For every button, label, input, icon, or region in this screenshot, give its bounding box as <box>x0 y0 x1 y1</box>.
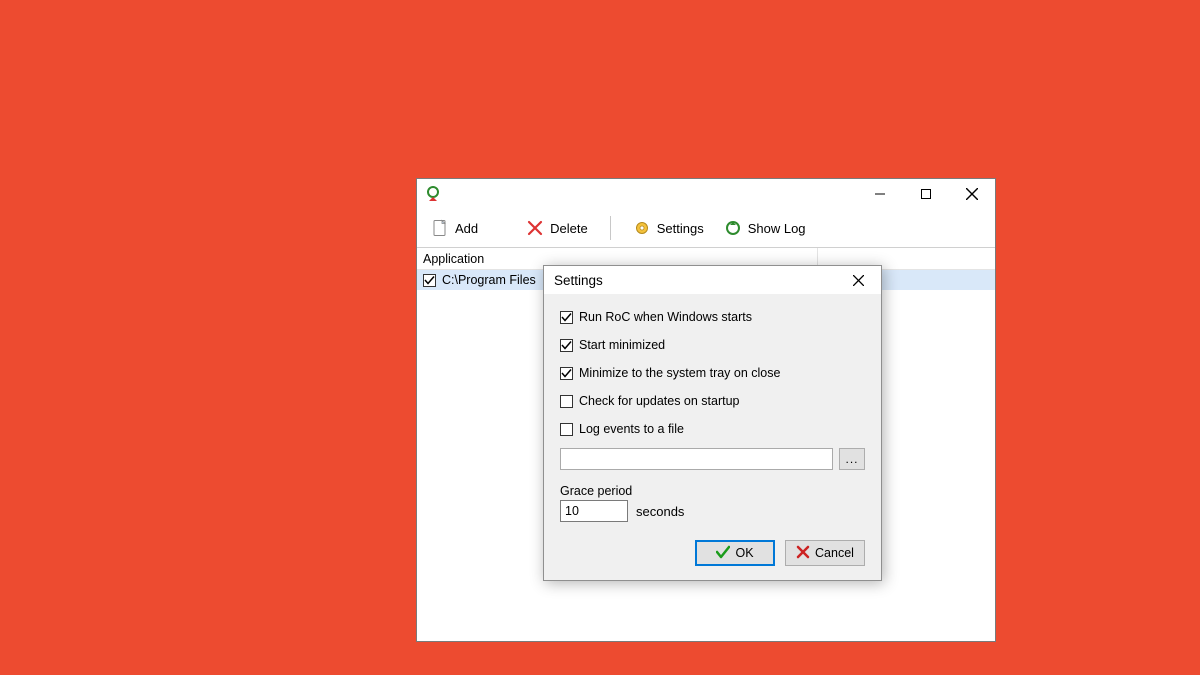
log-path-row: ... <box>560 448 865 470</box>
gear-icon <box>633 219 651 237</box>
toolbar-separator <box>610 216 611 240</box>
option-label: Minimize to the system tray on close <box>579 366 780 380</box>
dialog-body: Run RoC when Windows starts Start minimi… <box>544 294 881 580</box>
refresh-log-icon <box>724 219 742 237</box>
maximize-button[interactable] <box>903 179 949 209</box>
checkbox-icon[interactable] <box>560 395 573 408</box>
minimize-button[interactable] <box>857 179 903 209</box>
ok-label: OK <box>735 546 753 560</box>
row-path: C:\Program Files <box>442 273 536 287</box>
delete-x-icon <box>526 219 544 237</box>
x-icon <box>796 545 810 562</box>
grace-period-unit: seconds <box>636 504 684 519</box>
option-log-to-file[interactable]: Log events to a file <box>560 422 865 436</box>
add-button[interactable]: Add <box>423 215 486 241</box>
option-label: Check for updates on startup <box>579 394 740 408</box>
toolbar: Add Delete Settings Show Log <box>417 209 995 248</box>
settings-label: Settings <box>657 221 704 236</box>
browse-button[interactable]: ... <box>839 448 865 470</box>
checkbox-icon[interactable] <box>560 423 573 436</box>
cancel-button[interactable]: Cancel <box>785 540 865 566</box>
checkbox-icon[interactable] <box>560 367 573 380</box>
app-icon <box>425 186 441 202</box>
browse-label: ... <box>845 452 858 466</box>
dialog-title: Settings <box>554 273 603 288</box>
dialog-close-button[interactable] <box>841 269 875 291</box>
grace-period-input[interactable] <box>560 500 628 522</box>
dialog-titlebar: Settings <box>544 266 881 294</box>
checkbox-icon[interactable] <box>560 311 573 324</box>
option-label: Log events to a file <box>579 422 684 436</box>
delete-button[interactable]: Delete <box>518 215 596 241</box>
show-log-button[interactable]: Show Log <box>716 215 814 241</box>
ok-button[interactable]: OK <box>695 540 775 566</box>
close-button[interactable] <box>949 179 995 209</box>
delete-label: Delete <box>550 221 588 236</box>
cancel-label: Cancel <box>815 546 854 560</box>
show-log-label: Show Log <box>748 221 806 236</box>
add-label: Add <box>455 221 478 236</box>
settings-dialog: Settings Run RoC when Windows starts Sta… <box>543 265 882 581</box>
grace-period-label: Grace period <box>560 484 865 498</box>
option-run-on-start[interactable]: Run RoC when Windows starts <box>560 310 865 324</box>
log-path-input[interactable] <box>560 448 833 470</box>
row-checkbox[interactable] <box>423 274 436 287</box>
option-start-minimized[interactable]: Start minimized <box>560 338 865 352</box>
checkbox-icon[interactable] <box>560 339 573 352</box>
option-check-updates[interactable]: Check for updates on startup <box>560 394 865 408</box>
check-icon <box>716 545 730 562</box>
option-minimize-to-tray[interactable]: Minimize to the system tray on close <box>560 366 865 380</box>
settings-button[interactable]: Settings <box>625 215 712 241</box>
option-label: Run RoC when Windows starts <box>579 310 752 324</box>
column-application-label: Application <box>423 252 484 266</box>
add-document-icon <box>431 219 449 237</box>
titlebar <box>417 179 995 209</box>
option-label: Start minimized <box>579 338 665 352</box>
grace-period-row: seconds <box>560 500 865 522</box>
dialog-buttons: OK Cancel <box>560 540 865 566</box>
